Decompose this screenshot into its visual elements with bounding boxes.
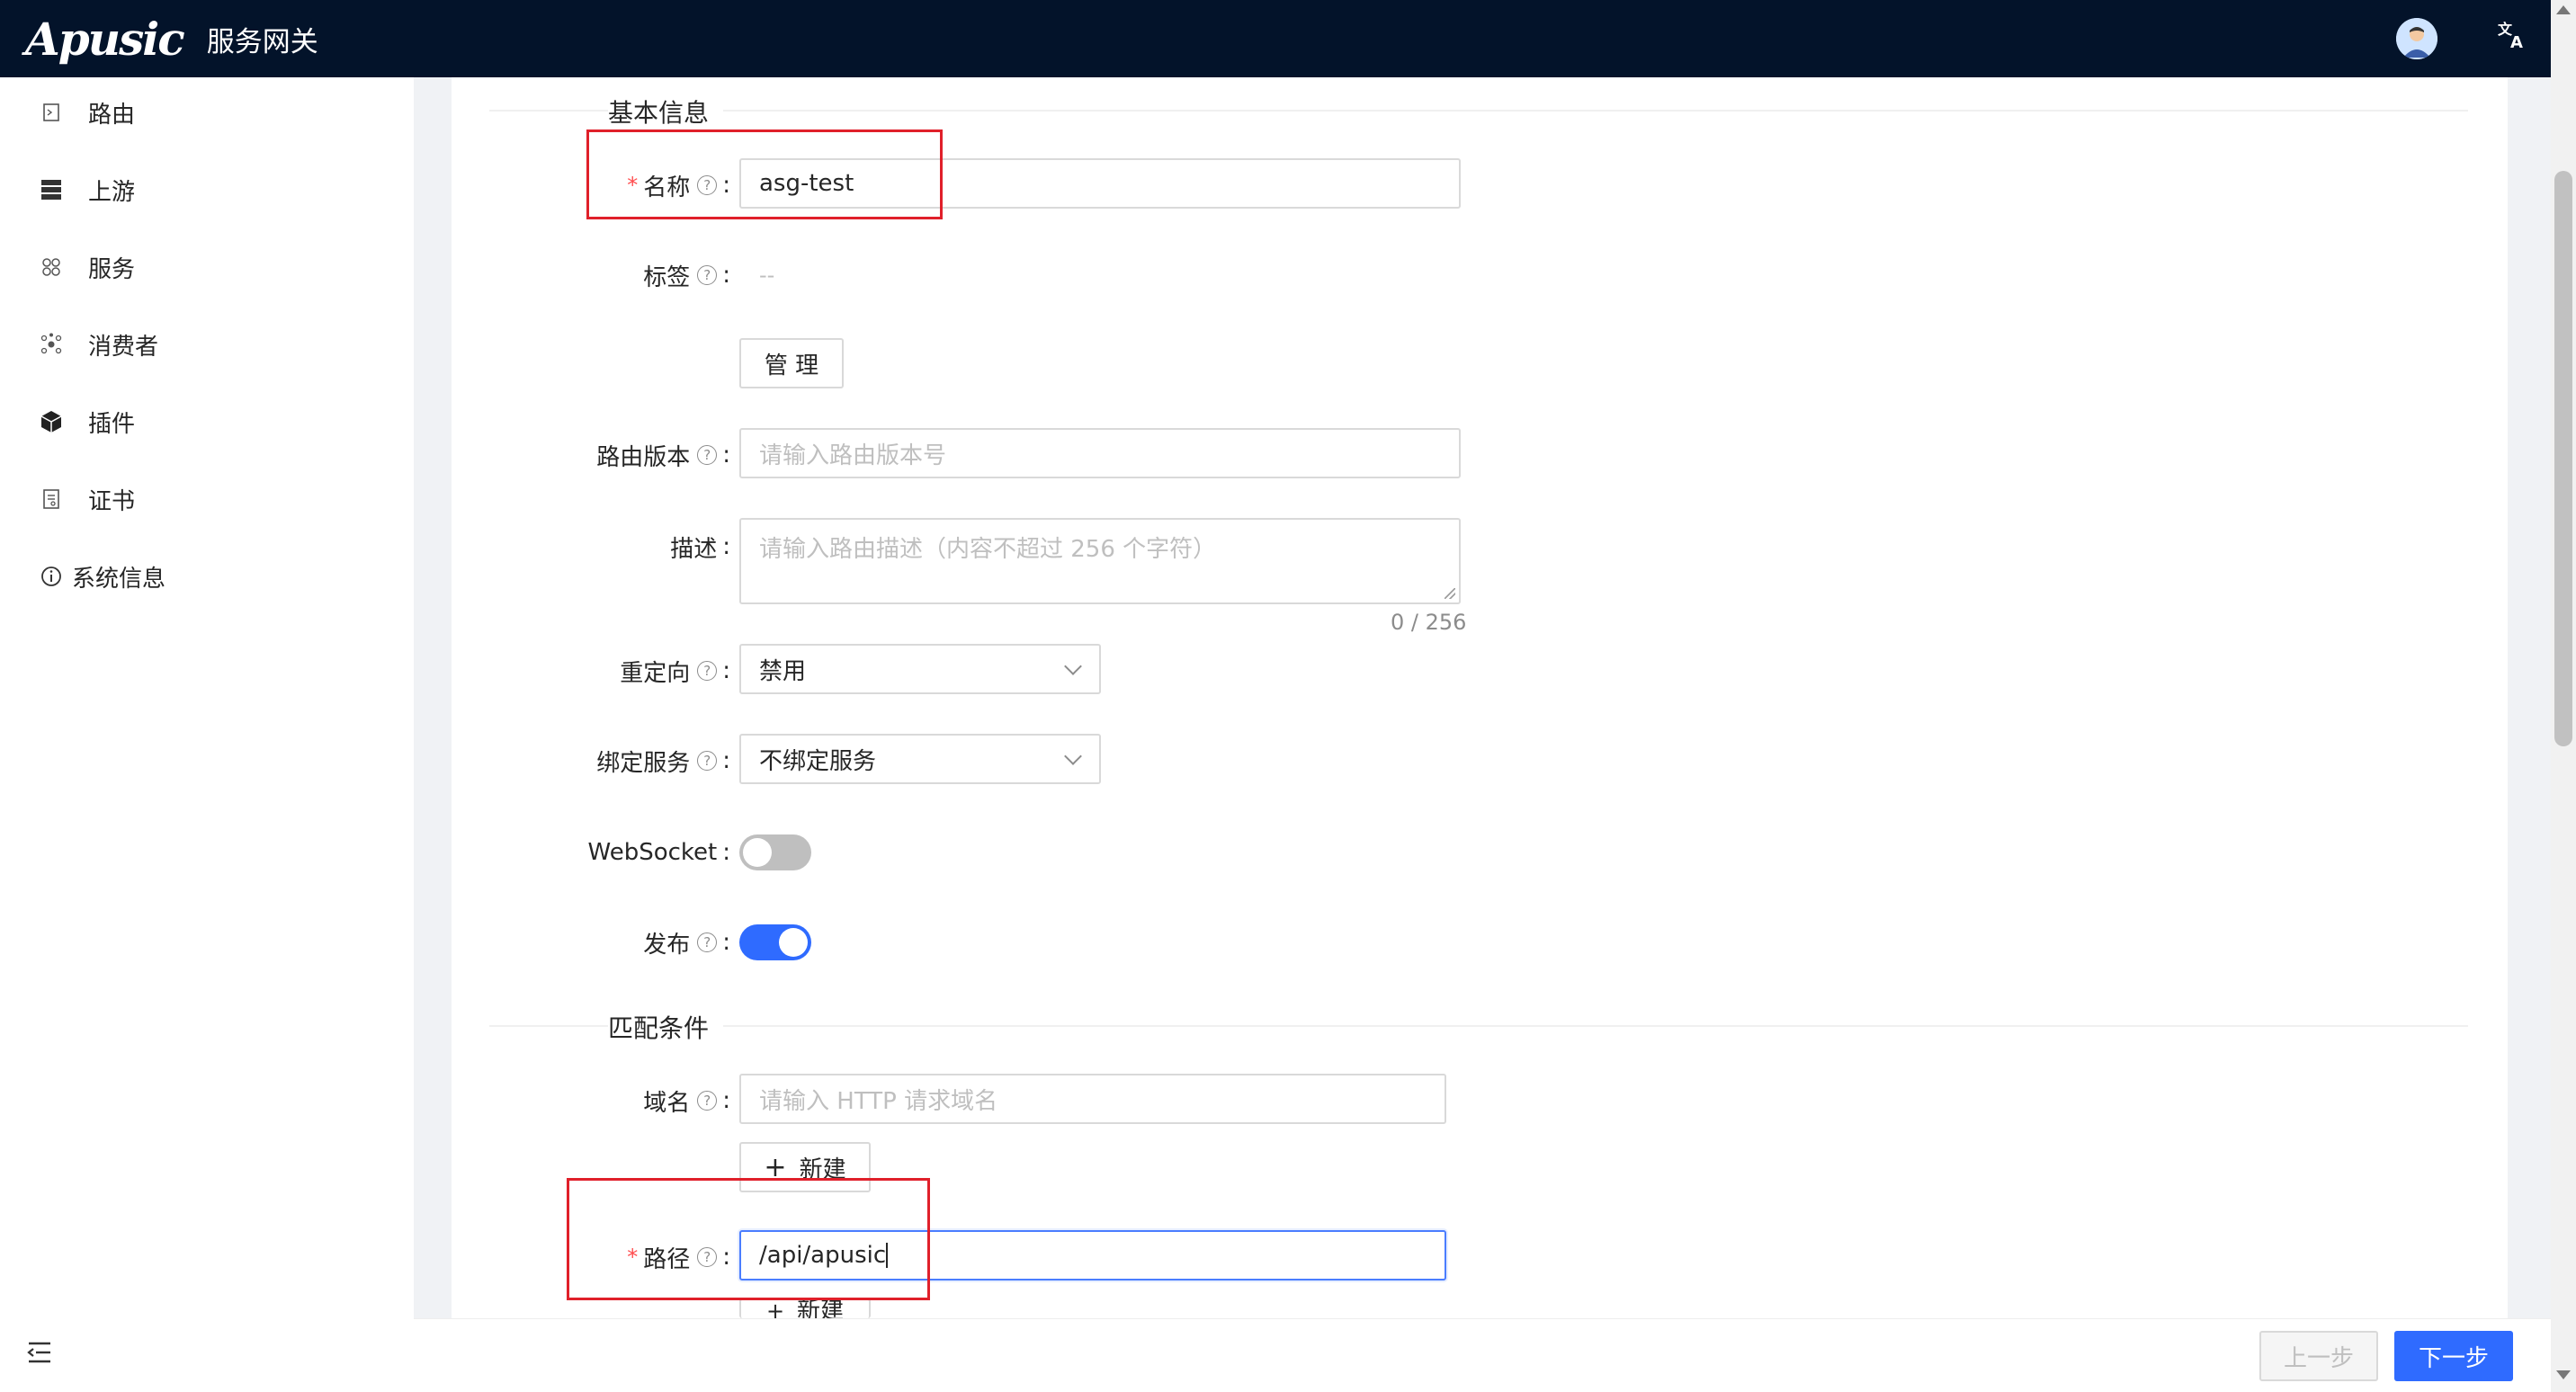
info-icon: [38, 563, 65, 590]
add-path-button[interactable]: + 新建: [739, 1298, 871, 1318]
route-version-input[interactable]: 请输入路由版本号: [739, 428, 1461, 478]
sidebar-item-upstream[interactable]: 上游: [0, 158, 414, 221]
publish-label-text: 发布: [643, 931, 691, 959]
tags-label: 标签 ?:: [452, 250, 730, 300]
websocket-label: WebSocket:: [587, 839, 730, 866]
sidebar-item-label: 消费者: [88, 333, 159, 361]
svg-text:A: A: [2510, 33, 2523, 50]
tags-label-text: 标签: [643, 263, 691, 291]
sidebar-item-route[interactable]: 路由: [0, 81, 414, 144]
switch-knob: [779, 928, 808, 957]
description-placeholder: 请输入路由描述（内容不超过 256 个字符）: [759, 536, 1217, 563]
publish-label: 发布 ?:: [452, 917, 730, 968]
route-icon: [38, 99, 65, 126]
sidebar-item-consumer[interactable]: 消费者: [0, 313, 414, 376]
redirect-label-text: 重定向: [620, 659, 691, 687]
sidebar-item-service[interactable]: 服务: [0, 236, 414, 299]
consumer-icon: [38, 331, 65, 358]
match-conditions-title: 匹配条件: [608, 1009, 724, 1045]
redirect-selected-value: 禁用: [759, 657, 807, 685]
switch-knob: [743, 838, 772, 867]
sidebar-item-label: 系统信息: [72, 565, 166, 593]
add-path-label: 新建: [797, 1298, 845, 1318]
sidebar-item-label: 插件: [88, 410, 136, 438]
help-icon[interactable]: ?: [697, 265, 718, 285]
menu-collapse-icon[interactable]: [25, 1340, 52, 1371]
page-scrollbar[interactable]: [2551, 0, 2576, 1392]
websocket-label-text: WebSocket: [587, 839, 718, 866]
previous-step-button[interactable]: 上一步: [2259, 1331, 2378, 1381]
bind-service-label: 绑定服务 ?:: [452, 736, 730, 786]
domain-label-text: 域名: [643, 1089, 691, 1117]
highlight-box-path: [567, 1178, 930, 1300]
chevron-down-icon: [1064, 657, 1082, 675]
sidebar-item-certificate[interactable]: 证书: [0, 468, 414, 531]
description-label-text: 描述: [670, 535, 718, 563]
description-textarea[interactable]: 请输入路由描述（内容不超过 256 个字符）: [739, 518, 1461, 604]
translate-svg: 文 A: [2498, 21, 2523, 52]
scroll-up-arrow-icon[interactable]: [2556, 5, 2571, 14]
sidebar-item-label: 服务: [88, 255, 136, 283]
scroll-down-arrow-icon[interactable]: [2556, 1370, 2571, 1379]
help-icon[interactable]: ?: [697, 661, 718, 681]
highlight-box-name: [586, 129, 943, 219]
avatar-icon: [2396, 18, 2437, 59]
description-char-count: 0 / 256: [1391, 610, 1467, 635]
sidebar-item-plugin[interactable]: 插件: [0, 390, 414, 453]
version-label-text: 路由版本: [596, 443, 691, 471]
upstream-icon: [38, 176, 65, 203]
top-header: Apusic 服务网关 文 A: [0, 0, 2551, 77]
next-step-button[interactable]: 下一步: [2394, 1331, 2513, 1381]
tags-empty-value: --: [759, 263, 775, 288]
manage-tags-button[interactable]: 管 理: [739, 338, 844, 388]
help-icon[interactable]: ?: [697, 751, 718, 771]
plugin-icon: [38, 408, 65, 435]
plus-icon: +: [765, 1298, 785, 1318]
sidebar: 路由 上游 服务 消费者 插件 证书 系统信息: [0, 77, 414, 1392]
section-divider: [489, 110, 2468, 112]
app-title: 服务网关: [206, 25, 318, 58]
certificate-icon: [38, 486, 65, 513]
resize-handle-icon[interactable]: [1445, 588, 1455, 599]
section-divider: [489, 1025, 2468, 1027]
domain-label: 域名 ?:: [452, 1075, 730, 1126]
bind-service-select[interactable]: 不绑定服务: [739, 734, 1101, 784]
scroll-thumb[interactable]: [2554, 171, 2572, 746]
description-label: 描述:: [452, 522, 730, 572]
help-icon[interactable]: ?: [697, 932, 718, 952]
sidebar-item-label: 路由: [88, 101, 136, 129]
basic-info-title: 基本信息: [608, 94, 724, 129]
domain-input[interactable]: 请输入 HTTP 请求域名: [739, 1074, 1446, 1124]
help-icon[interactable]: ?: [697, 445, 718, 465]
form-footer: [414, 1318, 2551, 1392]
user-avatar[interactable]: [2396, 18, 2437, 59]
bind-service-label-text: 绑定服务: [596, 749, 691, 777]
help-icon[interactable]: ?: [697, 1091, 718, 1111]
version-label: 路由版本 ?:: [452, 430, 730, 480]
service-icon: [38, 254, 65, 281]
sidebar-item-system-info[interactable]: 系统信息: [0, 545, 414, 608]
route-form-card: 基本信息 * 名称 ?: asg-test 标签 ?: -- 管 理 路由版本 …: [452, 77, 2508, 1318]
sidebar-item-label: 证书: [88, 487, 136, 515]
publish-switch[interactable]: [739, 924, 811, 960]
chevron-down-icon: [1064, 747, 1082, 765]
redirect-select[interactable]: 禁用: [739, 644, 1101, 694]
redirect-label: 重定向 ?:: [452, 646, 730, 696]
apusic-logo[interactable]: Apusic: [25, 13, 185, 66]
websocket-switch[interactable]: [739, 834, 811, 870]
bind-service-selected-value: 不绑定服务: [759, 747, 877, 775]
translate-icon[interactable]: 文 A: [2497, 20, 2527, 58]
sidebar-item-label: 上游: [88, 178, 136, 206]
